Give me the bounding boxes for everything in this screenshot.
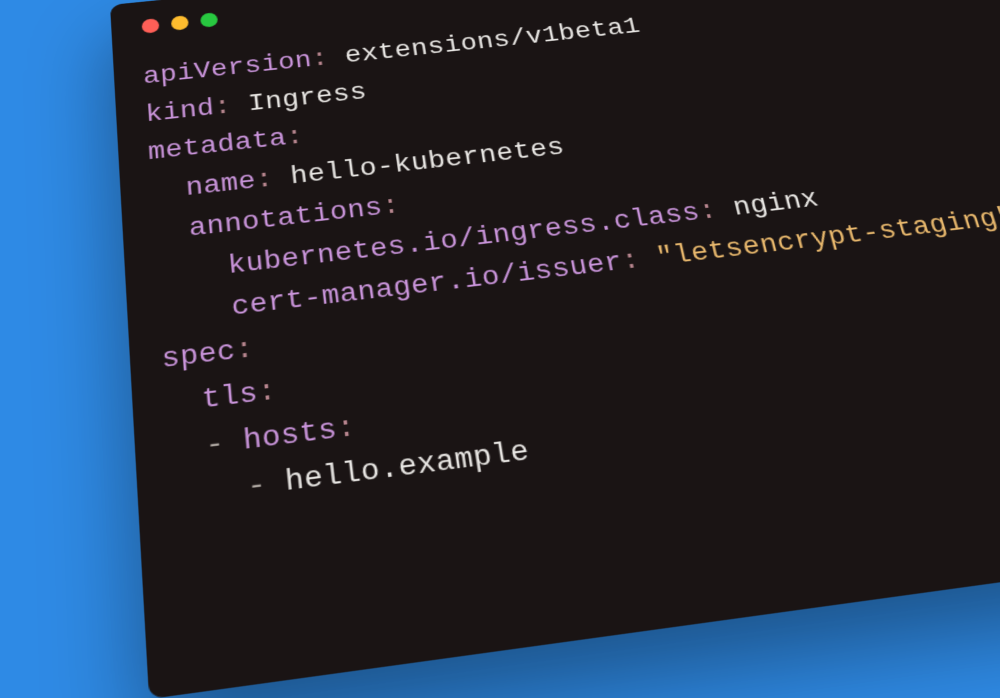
yaml-colon: : <box>234 335 255 367</box>
yaml-key: annotations <box>188 195 384 244</box>
yaml-key: apiVersion <box>142 48 313 91</box>
yaml-colon: : <box>255 167 275 196</box>
yaml-key: hosts <box>242 415 339 458</box>
yaml-colon: : <box>335 413 357 447</box>
yaml-dash: - <box>246 470 268 505</box>
yaml-key: spec <box>161 337 237 376</box>
yaml-value: Ingress <box>247 80 368 118</box>
yaml-key: tls <box>201 379 259 417</box>
zoom-icon[interactable] <box>200 12 218 28</box>
yaml-dash: - <box>204 429 225 463</box>
yaml-colon: : <box>213 94 232 122</box>
yaml-value: nginx <box>730 186 821 223</box>
yaml-key: name <box>185 169 257 204</box>
yaml-value: hello-kubernetes <box>289 135 567 192</box>
minimize-icon[interactable] <box>171 15 189 31</box>
yaml-key: kind <box>145 96 216 129</box>
yaml-key: metadata <box>147 126 288 167</box>
yaml-value: extensions/v1beta1 <box>344 15 643 70</box>
yaml-colon: : <box>257 377 278 410</box>
yaml-colon: : <box>310 47 330 74</box>
code-content: apiVersion: extensions/v1beta1 kind: Ing… <box>142 0 1000 523</box>
yaml-colon: : <box>285 124 305 152</box>
yaml-colon: : <box>381 193 402 222</box>
terminal-window: apiVersion: extensions/v1beta1 kind: Ing… <box>110 0 1000 698</box>
close-icon[interactable] <box>141 18 159 34</box>
